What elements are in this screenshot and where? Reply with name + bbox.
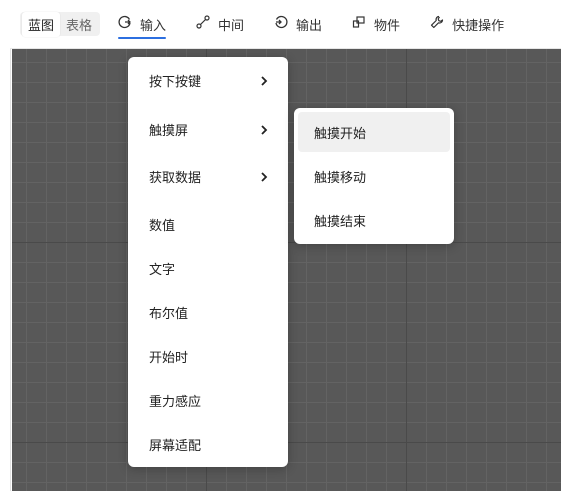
tab-shortcuts[interactable]: 快捷操作 [430, 0, 504, 48]
tab-objects-label: 物件 [374, 18, 401, 34]
menu-item-label: 数值 [149, 218, 176, 234]
view-toggle-table[interactable]: 表格 [60, 12, 98, 37]
submenu-item-label: 触摸移动 [314, 170, 367, 186]
tab-output-label: 输出 [296, 18, 323, 34]
submenu-item-touch-end[interactable]: 触摸结束 [298, 200, 450, 240]
submenu-item-touch-start[interactable]: 触摸开始 [298, 112, 450, 152]
menu-item-gravity-sensor[interactable]: 重力感应 [128, 378, 288, 422]
tab-objects[interactable]: 物件 [352, 0, 400, 48]
view-toggle: 蓝图 表格 [20, 11, 101, 37]
category-tabs: 输入 中间 输出 物件 快捷操作 [118, 0, 534, 48]
submenu-item-label: 触摸开始 [314, 126, 367, 142]
menu-item-key-press[interactable]: 按下按键 [128, 58, 288, 102]
tab-input-label: 输入 [140, 18, 167, 34]
objects-icon [352, 15, 366, 33]
input-menu: 按下按键 触摸屏 获取数据 数值 文字 布尔值 开始时 重力感应 屏幕适配 [128, 57, 288, 467]
wrench-icon [430, 15, 444, 33]
chevron-right-icon [260, 75, 268, 86]
menu-item-on-start[interactable]: 开始时 [128, 334, 288, 378]
menu-item-label: 触摸屏 [149, 123, 189, 139]
chevron-right-icon [260, 171, 268, 182]
menu-item-text[interactable]: 文字 [128, 246, 288, 290]
output-icon [274, 15, 288, 33]
submenu-item-touch-move[interactable]: 触摸移动 [298, 156, 450, 196]
menu-item-label: 获取数据 [149, 170, 202, 186]
chevron-right-icon [260, 124, 268, 135]
input-icon [118, 15, 132, 33]
view-toggle-blueprint[interactable]: 蓝图 [22, 11, 61, 37]
menu-item-label: 屏幕适配 [149, 438, 202, 454]
tab-middle-label: 中间 [218, 18, 245, 34]
tab-middle[interactable]: 中间 [196, 0, 244, 48]
tab-input[interactable]: 输入 [118, 0, 167, 48]
submenu-item-label: 触摸结束 [314, 214, 367, 230]
link-icon [196, 15, 210, 33]
menu-item-number[interactable]: 数值 [128, 202, 288, 246]
touchscreen-submenu: 触摸开始 触摸移动 触摸结束 [294, 108, 454, 244]
menu-item-screen-adapt[interactable]: 屏幕适配 [128, 422, 288, 466]
menu-item-get-data[interactable]: 获取数据 [128, 154, 288, 198]
menu-item-boolean[interactable]: 布尔值 [128, 290, 288, 334]
menu-item-touchscreen[interactable]: 触摸屏 [128, 107, 288, 151]
tab-output[interactable]: 输出 [274, 0, 322, 48]
menu-item-label: 开始时 [149, 350, 189, 366]
menu-item-label: 按下按键 [149, 74, 202, 90]
tab-shortcuts-label: 快捷操作 [452, 18, 505, 34]
menu-item-label: 文字 [149, 262, 176, 278]
menu-item-label: 布尔值 [149, 306, 189, 322]
menu-item-label: 重力感应 [149, 394, 202, 410]
